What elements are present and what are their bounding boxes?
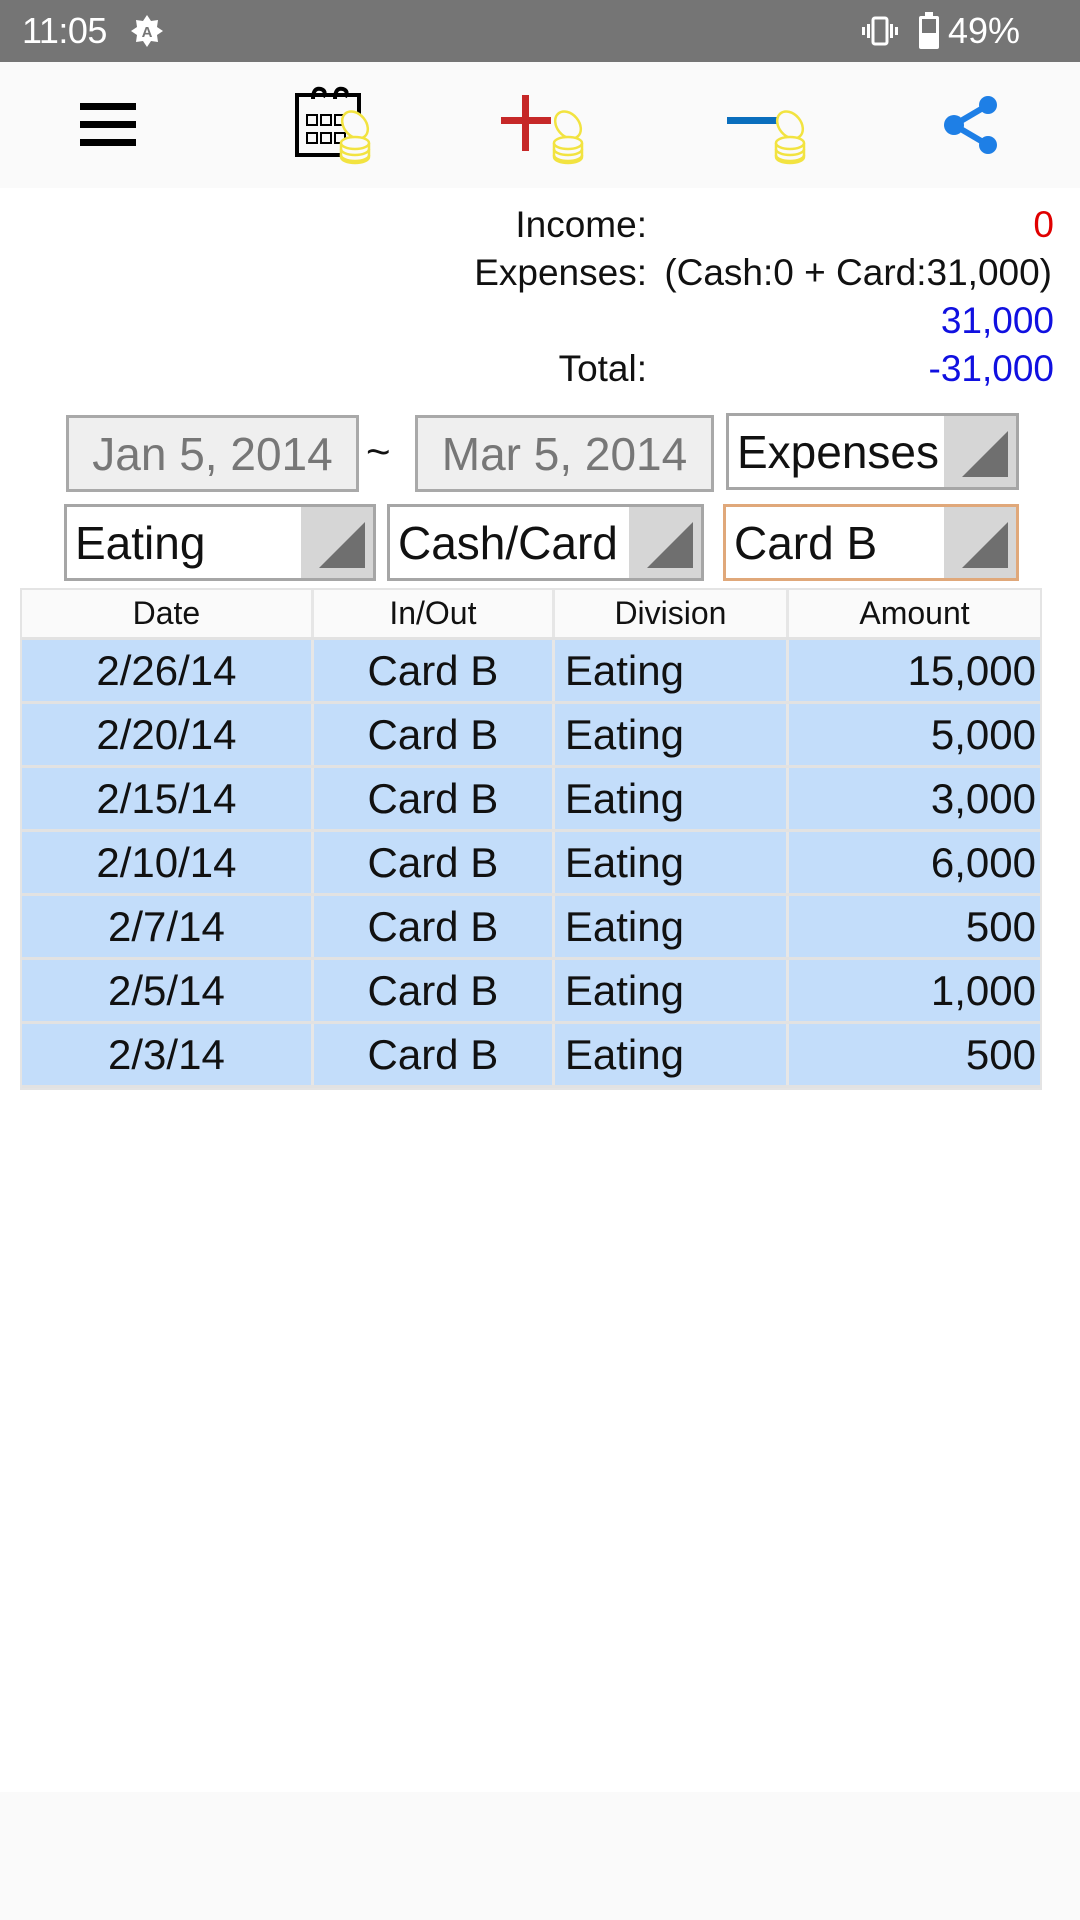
column-header-amount[interactable]: Amount bbox=[789, 590, 1040, 637]
toolbar bbox=[0, 62, 1080, 188]
hamburger-menu-icon bbox=[80, 103, 136, 146]
payment-method-spinner-value: Cash/Card bbox=[398, 516, 618, 569]
navigation-bar bbox=[0, 1792, 1080, 1920]
column-header-division[interactable]: Division bbox=[555, 590, 789, 637]
total-value: -31,000 bbox=[928, 348, 1055, 389]
cell-date: 2/3/14 bbox=[22, 1024, 314, 1085]
cell-inout: Card B bbox=[314, 896, 555, 957]
cell-division: Eating bbox=[555, 1024, 789, 1085]
cell-division: Eating bbox=[555, 768, 789, 829]
dropdown-arrow-icon bbox=[301, 507, 373, 578]
battery-icon bbox=[919, 12, 939, 49]
share-button[interactable] bbox=[922, 82, 1022, 168]
cell-date: 2/26/14 bbox=[22, 640, 314, 701]
table-row[interactable]: 2/7/14 Card B Eating 500 bbox=[22, 896, 1040, 960]
end-date-field[interactable]: Mar 5, 2014 bbox=[415, 415, 714, 492]
cell-date: 2/7/14 bbox=[22, 896, 314, 957]
table-row[interactable]: 2/26/14 Card B Eating 15,000 bbox=[22, 640, 1040, 704]
cell-division: Eating bbox=[555, 896, 789, 957]
cell-inout: Card B bbox=[314, 768, 555, 829]
payment-method-spinner[interactable]: Cash/Card bbox=[387, 504, 704, 581]
cell-amount: 500 bbox=[965, 1030, 1036, 1078]
cell-inout: Card B bbox=[314, 704, 555, 765]
status-bar: 11:05 A 49% bbox=[0, 0, 1080, 62]
cell-inout: Card B bbox=[314, 640, 555, 701]
transactions-table: Date In/Out Division Amount 2/26/14 Card … bbox=[20, 588, 1042, 1090]
cell-amount: 5,000 bbox=[930, 710, 1036, 758]
account-spinner[interactable]: Card B bbox=[723, 504, 1019, 581]
account-spinner-value: Card B bbox=[734, 516, 878, 569]
plus-coins-icon bbox=[501, 95, 584, 165]
table-row[interactable]: 2/5/14 Card B Eating 1,000 bbox=[22, 960, 1040, 1024]
division-spinner[interactable]: Eating bbox=[64, 504, 376, 581]
cell-division: Eating bbox=[555, 832, 789, 893]
division-spinner-value: Eating bbox=[75, 516, 206, 569]
cell-inout: Card B bbox=[314, 832, 555, 893]
cell-amount: 500 bbox=[965, 902, 1036, 950]
svg-text:A: A bbox=[142, 24, 153, 41]
cell-amount: 3,000 bbox=[930, 774, 1036, 822]
income-value: 0 bbox=[1033, 204, 1054, 245]
date-range-separator: ~ bbox=[366, 428, 391, 475]
calendar-button[interactable] bbox=[280, 82, 380, 168]
cell-date: 2/5/14 bbox=[22, 960, 314, 1021]
table-row[interactable]: 2/10/14 Card B Eating 6,000 bbox=[22, 832, 1040, 896]
vibrate-icon bbox=[862, 16, 898, 46]
table-body: 2/26/14 Card B Eating 15,000 2/20/14 Card B Ea… bbox=[22, 640, 1040, 1088]
cell-inout: Card B bbox=[314, 1024, 555, 1085]
cell-division: Eating bbox=[555, 640, 789, 701]
cell-date: 2/10/14 bbox=[22, 832, 314, 893]
dropdown-arrow-icon bbox=[944, 507, 1016, 578]
cell-inout: Card B bbox=[314, 960, 555, 1021]
type-spinner[interactable]: Expenses bbox=[726, 413, 1019, 490]
share-icon bbox=[944, 96, 997, 154]
menu-button[interactable] bbox=[58, 82, 158, 168]
cell-division: Eating bbox=[555, 704, 789, 765]
column-header-date[interactable]: Date bbox=[22, 590, 314, 637]
add-expense-button[interactable] bbox=[715, 82, 815, 168]
total-label: Total: bbox=[558, 348, 647, 389]
expenses-value: 31,000 bbox=[940, 300, 1054, 341]
add-income-button[interactable] bbox=[495, 82, 595, 168]
table-header: Date In/Out Division Amount bbox=[22, 590, 1040, 640]
cell-amount: 6,000 bbox=[930, 838, 1036, 886]
status-time: 11:05 bbox=[22, 10, 107, 51]
expenses-breakdown: (Cash:0 + Card:31,000) bbox=[664, 252, 1052, 293]
start-date-field[interactable]: Jan 5, 2014 bbox=[66, 415, 359, 492]
cell-division: Eating bbox=[555, 960, 789, 1021]
table-row[interactable]: 2/3/14 Card B Eating 500 bbox=[22, 1024, 1040, 1088]
cell-date: 2/20/14 bbox=[22, 704, 314, 765]
calendar-coins-icon bbox=[295, 86, 371, 165]
column-header-inout[interactable]: In/Out bbox=[314, 590, 555, 637]
battery-percent: 49% bbox=[948, 10, 1021, 51]
minus-coins-icon bbox=[727, 110, 806, 165]
type-spinner-value: Expenses bbox=[737, 425, 940, 478]
income-label: Income: bbox=[515, 204, 647, 245]
table-row[interactable]: 2/20/14 Card B Eating 5,000 bbox=[22, 704, 1040, 768]
auto-brightness-icon: A bbox=[131, 15, 163, 47]
expenses-label: Expenses: bbox=[474, 252, 647, 293]
cell-date: 2/15/14 bbox=[22, 768, 314, 829]
cell-amount: 1,000 bbox=[930, 966, 1036, 1014]
cell-amount: 15,000 bbox=[907, 646, 1036, 694]
dropdown-arrow-icon bbox=[629, 507, 701, 578]
dropdown-arrow-icon bbox=[944, 416, 1016, 487]
table-row[interactable]: 2/15/14 Card B Eating 3,000 bbox=[22, 768, 1040, 832]
